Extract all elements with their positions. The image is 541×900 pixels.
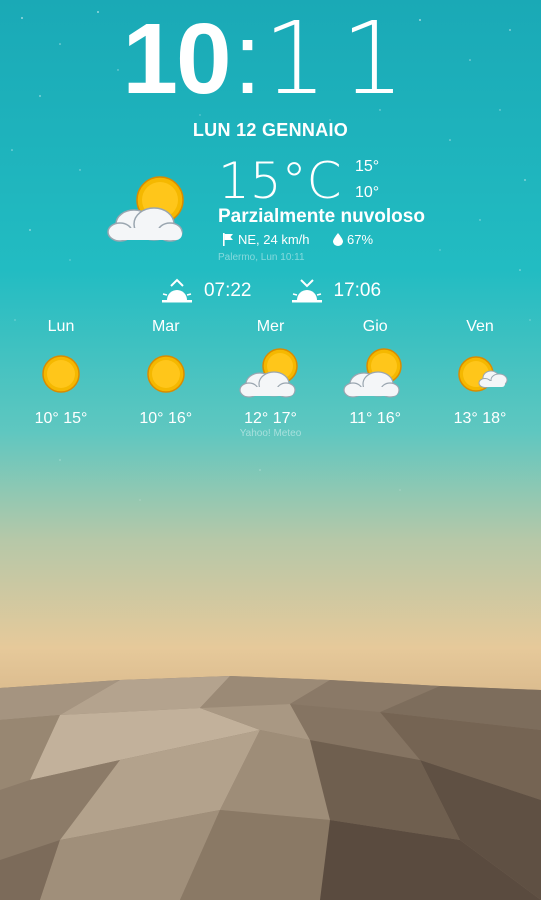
provider-credit[interactable]: Yahoo! Meteo (0, 428, 541, 439)
sunrise-time: 07:22 (203, 280, 252, 301)
forecast-temps: 12° 17° (244, 410, 297, 427)
clock-hours: 10 (122, 3, 231, 115)
forecast-temps: 10° 15° (34, 410, 88, 427)
wind-flag-icon (223, 233, 233, 246)
forecast-temps: 13° 18° (453, 410, 507, 427)
partly-cloudy-icon (238, 348, 298, 398)
humidity-info: 67% (333, 232, 373, 247)
weather-condition: Parzialmente nuvoloso (218, 206, 425, 227)
forecast-row: Lun 10° 15° Mar 10° 16° Mer 12° 17° Gio … (9, 316, 532, 428)
forecast-day[interactable]: Mer 12° 17° (219, 316, 323, 428)
sunny-icon (147, 355, 185, 393)
humidity-value: 67% (347, 232, 374, 247)
wind-value: NE, 24 km/h (238, 232, 310, 247)
sunrise-icon (161, 278, 192, 303)
wind-info: NE, 24 km/h (222, 232, 310, 247)
forecast-day[interactable]: Mar 10° 16° (114, 316, 218, 428)
forecast-temps: 10° 16° (139, 410, 193, 427)
clock[interactable]: 10:11 (0, 3, 541, 115)
water-drop-icon (333, 233, 343, 246)
forecast-day[interactable]: Lun 10° 15° (9, 316, 113, 428)
mostly-sunny-icon (458, 356, 508, 392)
sunset-icon (291, 279, 322, 303)
partly-cloudy-icon[interactable] (104, 174, 192, 244)
forecast-day-name: Gio (362, 318, 388, 335)
location-timestamp: Palermo, Lun 10:11 (218, 252, 305, 263)
sun-times: 07:22 17:06 (0, 278, 541, 304)
date-label[interactable]: LUN 12 GENNAIO (0, 120, 541, 141)
forecast-day-name: Ven (466, 318, 494, 335)
forecast-day-name: Mar (151, 318, 180, 335)
forecast-day-name: Mer (256, 318, 285, 335)
sunny-icon (42, 355, 80, 393)
desert-landscape (0, 676, 541, 900)
forecast-day[interactable]: Ven 13° 18° (428, 316, 532, 428)
partly-cloudy-icon (343, 348, 402, 398)
temperature-low: 10° (355, 184, 380, 201)
forecast-day-name: Lun (47, 318, 75, 335)
forecast-temps: 11° 16° (349, 410, 402, 427)
sunset-time: 17:06 (333, 280, 382, 301)
temperature-high: 15° (355, 158, 380, 175)
forecast-day[interactable]: Gio 11° 16° (323, 316, 427, 428)
current-temperature[interactable]: 15°C (218, 152, 342, 210)
clock-separator: : (233, 3, 262, 115)
clock-minutes: 11 (263, 0, 419, 117)
